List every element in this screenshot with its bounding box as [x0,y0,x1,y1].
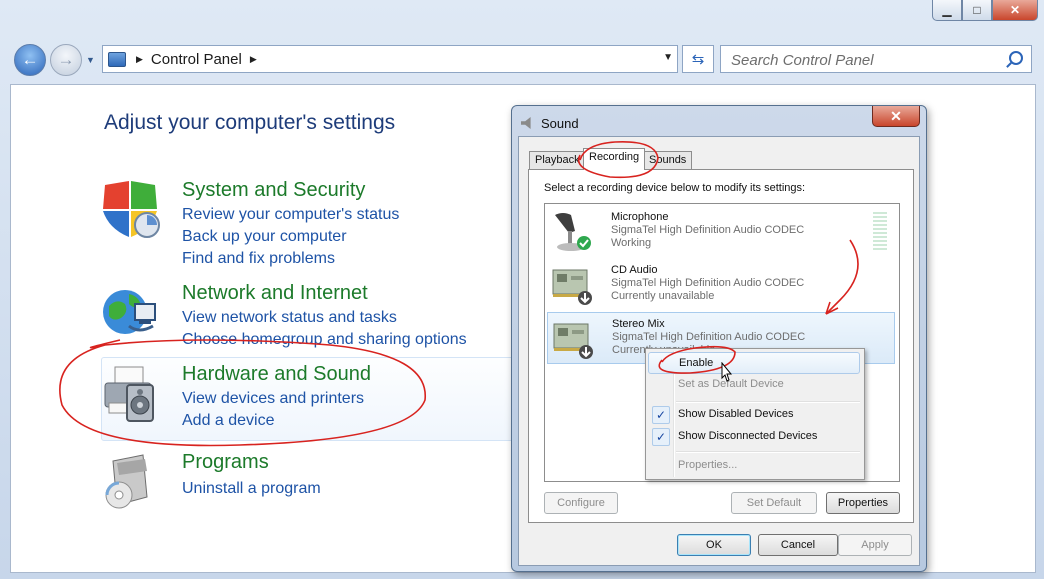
device-status: Working [611,237,652,249]
dialog-close-button[interactable]: ✕ [872,106,920,127]
speaker-icon [521,117,531,129]
apply-button[interactable]: Apply [838,534,912,556]
properties-button[interactable]: Properties [826,492,900,514]
breadcrumb-separator-icon[interactable]: ▶ [136,54,143,65]
cancel-button[interactable]: Cancel [758,534,838,556]
checkmark-icon: ✓ [652,428,670,446]
back-arrow-icon: ← [21,50,39,69]
checkmark-icon: ✓ [652,406,670,424]
menu-item-enable[interactable]: Enable [648,352,860,374]
check-badge-icon [577,236,591,250]
globe-network-icon [103,290,156,334]
tab-sounds[interactable]: Sounds [643,151,693,169]
category-link[interactable]: View network status and tasks [182,309,397,327]
sound-card-icon [553,323,593,359]
refresh-button[interactable]: ⇆ [682,45,714,73]
category-link[interactable]: Back up your computer [182,228,347,246]
back-button[interactable]: ← [14,44,46,76]
recent-pages-dropdown-icon[interactable]: ▼ [86,55,95,65]
control-panel-icon [108,51,126,67]
set-default-button[interactable]: Set Default [731,492,817,514]
refresh-icon: ⇆ [691,51,705,68]
device-name: Microphone [611,211,669,223]
device-status: Currently unavailable [611,290,715,302]
search-box[interactable] [720,45,1032,73]
category-link[interactable]: Uninstall a program [182,480,321,498]
maximize-button[interactable]: □ [962,0,992,21]
configure-button[interactable]: Configure [544,492,618,514]
programs-box-icon [105,454,148,509]
address-dropdown-icon[interactable]: ▼ [663,52,673,63]
microphone-icon [555,213,591,251]
category-title[interactable]: Hardware and Sound [182,363,371,386]
category-title[interactable]: Programs [182,451,269,474]
category-link[interactable]: View devices and printers [182,390,364,408]
mouse-pointer-icon [721,362,733,382]
tab-playback[interactable]: Playback [529,151,586,169]
sound-dialog: Sound ✕ Playback Recording Sounds Select… [511,105,927,572]
device-row-microphone[interactable]: Microphone SigmaTel High Definition Audi… [547,206,895,258]
printer-speaker-icon [104,366,154,422]
menu-item-label: Enable [679,357,714,369]
menu-separator [676,451,860,453]
caption-buttons: ▁ □ ✕ [932,0,1038,24]
category-link[interactable]: Choose homegroup and sharing options [182,331,467,349]
menu-item-label: Show Disabled Devices [678,408,794,420]
search-input[interactable] [729,48,1003,72]
navigation-bar: ← → ▼ ▶ Control Panel ▶ ▼ ⇆ [0,36,1044,84]
level-meter [873,212,887,252]
tab-recording[interactable]: Recording [583,148,646,170]
page-title: Adjust your computer's settings [104,111,396,134]
shield-icon [103,181,160,238]
breadcrumb-chevron-icon[interactable]: ▶ [250,54,257,65]
device-driver: SigmaTel High Definition Audio CODEC [611,224,805,236]
device-row-cd-audio[interactable]: CD Audio SigmaTel High Definition Audio … [547,259,895,311]
device-driver: SigmaTel High Definition Audio CODEC [611,277,805,289]
category-title[interactable]: Network and Internet [182,282,368,305]
forward-button[interactable]: → [50,44,82,76]
menu-item-show-disconnected-devices[interactable]: ✓ Show Disconnected Devices [648,426,860,448]
menu-item-label: Properties... [678,459,738,471]
menu-item-properties[interactable]: Properties... [648,455,860,477]
device-name: CD Audio [611,264,658,276]
category-link[interactable]: Add a device [182,412,275,430]
address-bar[interactable]: ▶ Control Panel ▶ ▼ [102,45,678,73]
search-icon[interactable] [1009,51,1023,65]
minimize-button[interactable]: ▁ [932,0,962,21]
ok-button[interactable]: OK [677,534,751,556]
menu-item-set-default-device[interactable]: Set as Default Device [648,374,860,396]
category-title[interactable]: System and Security [182,179,365,202]
category-link[interactable]: Find and fix problems [182,250,335,268]
device-context-menu: Enable Set as Default Device ✓ Show Disa… [645,348,865,480]
sound-card-icon [552,269,592,305]
dialog-title: Sound [541,116,579,131]
breadcrumb-control-panel[interactable]: Control Panel [151,51,242,68]
close-button[interactable]: ✕ [992,0,1038,21]
menu-item-label: Show Disconnected Devices [678,430,818,442]
forward-arrow-icon: → [57,50,75,69]
category-link[interactable]: Review your computer's status [182,206,399,224]
instruction-text: Select a recording device below to modif… [544,182,806,194]
device-name: Stereo Mix [612,318,665,330]
menu-item-show-disabled-devices[interactable]: ✓ Show Disabled Devices [648,404,860,426]
device-driver: SigmaTel High Definition Audio CODEC [612,331,806,343]
menu-separator [676,401,860,403]
